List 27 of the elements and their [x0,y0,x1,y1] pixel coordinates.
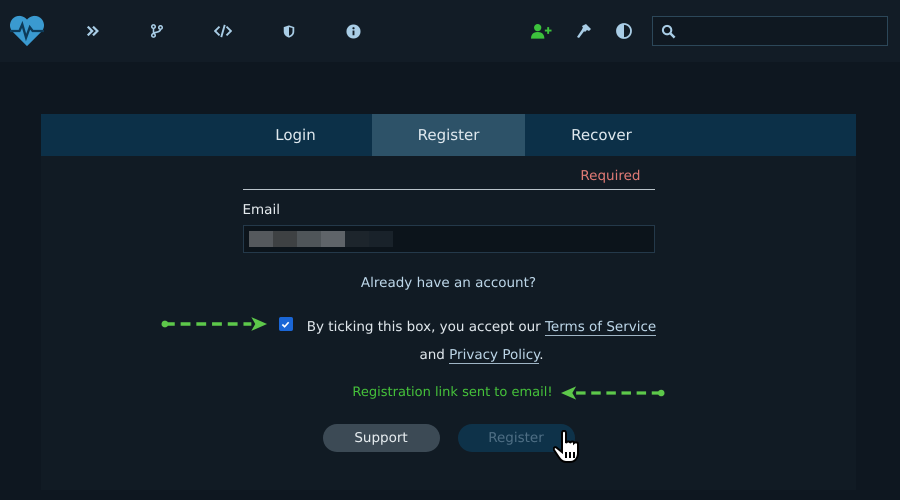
required-label: Required [580,168,640,184]
search-icon [661,24,676,38]
email-field[interactable] [242,225,654,253]
branch-icon[interactable] [150,23,164,39]
privacy-link[interactable]: Privacy Policy [449,347,540,364]
contrast-icon[interactable] [616,23,632,39]
add-user-icon[interactable] [531,23,552,39]
email-label: Email [242,202,281,218]
success-message: Registration link sent to email! [352,385,553,400]
dashed-arrow-icon [160,317,269,331]
dashed-arrow-icon [560,386,665,400]
support-button[interactable]: Support [322,424,440,452]
search-field[interactable] [652,16,888,46]
terms-link[interactable]: Terms of Service [544,319,656,336]
tab[interactable]: Register [372,114,525,156]
terms-text: By ticking this box, you accept our Terms of Service and Privacy Policy. [306,318,656,366]
hammer-icon[interactable] [576,23,592,39]
terms-checkbox[interactable] [278,317,293,331]
account-link[interactable]: Already have an account? [360,275,536,291]
double-chevron-icon[interactable] [86,24,100,38]
checkmark-icon [281,320,290,328]
code-icon[interactable] [214,24,232,38]
info-icon[interactable] [346,24,361,38]
shield-icon[interactable] [282,24,296,38]
tab[interactable]: Login [219,114,372,156]
tab[interactable]: Recover [525,114,678,156]
heartbeat-logo-icon[interactable] [8,14,46,48]
